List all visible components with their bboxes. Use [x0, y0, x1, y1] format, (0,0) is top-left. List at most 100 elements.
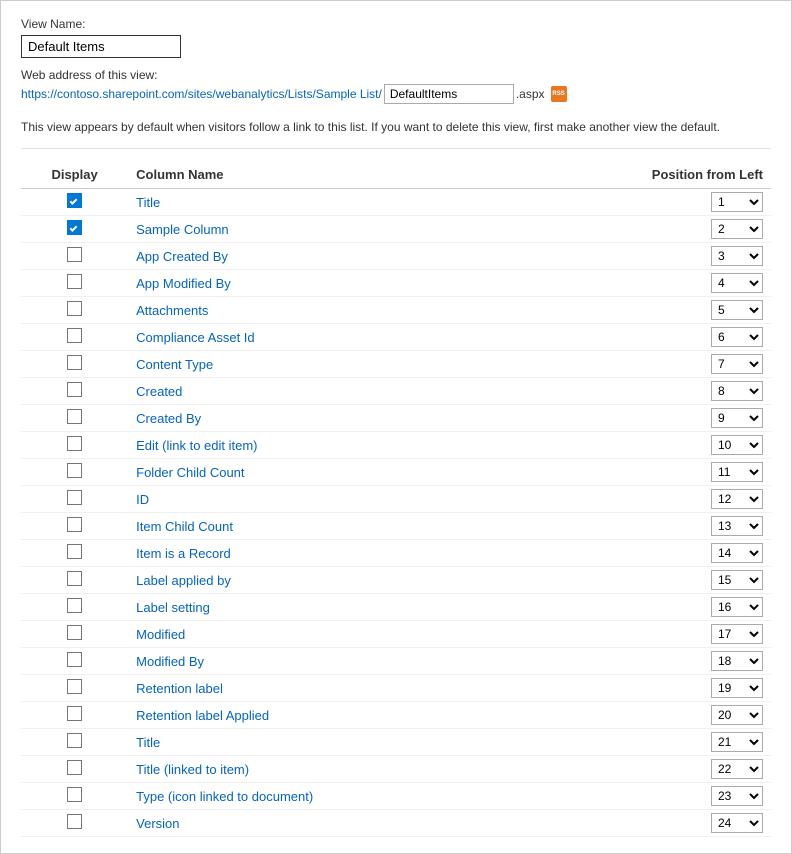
- column-checkbox[interactable]: [67, 787, 82, 802]
- position-select[interactable]: 123456789101112131415161718192021222324: [711, 435, 763, 455]
- position-select[interactable]: 123456789101112131415161718192021222324: [711, 597, 763, 617]
- column-checkbox[interactable]: [67, 463, 82, 478]
- column-name: Created By: [128, 405, 604, 432]
- table-row: Type (icon linked to document) 1234567891…: [21, 783, 771, 810]
- column-checkbox[interactable]: [67, 436, 82, 451]
- column-checkbox[interactable]: [67, 679, 82, 694]
- web-address-row: https://contoso.sharepoint.com/sites/web…: [21, 84, 771, 104]
- column-name: Retention label: [128, 675, 604, 702]
- table-row: Created By 123456789101112131415161718192…: [21, 405, 771, 432]
- column-name: Item Child Count: [128, 513, 604, 540]
- columns-table: Display Column Name Position from Left T…: [21, 161, 771, 837]
- position-select[interactable]: 123456789101112131415161718192021222324: [711, 219, 763, 239]
- view-name-input[interactable]: [21, 35, 181, 58]
- table-row: Label setting123456789101112131415161718…: [21, 594, 771, 621]
- position-select[interactable]: 123456789101112131415161718192021222324: [711, 651, 763, 671]
- position-select[interactable]: 123456789101112131415161718192021222324: [711, 408, 763, 428]
- table-row: Modified 12345678910111213141516171819202…: [21, 621, 771, 648]
- default-notice: This view appears by default when visito…: [21, 118, 771, 149]
- column-name: App Created By: [128, 243, 604, 270]
- column-checkbox[interactable]: [67, 652, 82, 667]
- column-checkbox[interactable]: [67, 328, 82, 343]
- table-row: Version 123456789101112131415161718192021…: [21, 810, 771, 837]
- position-select[interactable]: 123456789101112131415161718192021222324: [711, 786, 763, 806]
- table-body: Title12345678910111213141516171819202122…: [21, 189, 771, 837]
- url-suffix: .aspx: [516, 87, 545, 101]
- table-header-row: Display Column Name Position from Left: [21, 161, 771, 189]
- column-checkbox[interactable]: [67, 220, 82, 235]
- header-position: Position from Left: [604, 161, 771, 189]
- column-name: Retention label Applied: [128, 702, 604, 729]
- column-name: Compliance Asset Id: [128, 324, 604, 351]
- column-name: Attachments: [128, 297, 604, 324]
- column-checkbox[interactable]: [67, 706, 82, 721]
- column-checkbox[interactable]: [67, 409, 82, 424]
- position-select[interactable]: 123456789101112131415161718192021222324: [711, 705, 763, 725]
- column-name: Modified By: [128, 648, 604, 675]
- column-name: Sample Column: [128, 216, 604, 243]
- column-checkbox[interactable]: [67, 382, 82, 397]
- column-name: Version: [128, 810, 604, 837]
- column-name: Title (linked to item): [128, 756, 604, 783]
- table-row: Created 123456789101112131415161718192021…: [21, 378, 771, 405]
- position-select[interactable]: 123456789101112131415161718192021222324: [711, 246, 763, 266]
- position-select[interactable]: 123456789101112131415161718192021222324: [711, 813, 763, 833]
- column-checkbox[interactable]: [67, 274, 82, 289]
- web-address-label: Web address of this view:: [21, 68, 771, 82]
- column-checkbox[interactable]: [67, 760, 82, 775]
- url-input[interactable]: [384, 84, 514, 104]
- column-checkbox[interactable]: [67, 598, 82, 613]
- position-select[interactable]: 123456789101112131415161718192021222324: [711, 489, 763, 509]
- table-row: Content Type1234567891011121314151617181…: [21, 351, 771, 378]
- table-row: Modified By 12345678910111213141516171819…: [21, 648, 771, 675]
- table-row: Attachments 12345678910111213141516171819…: [21, 297, 771, 324]
- column-checkbox[interactable]: [67, 814, 82, 829]
- web-address-section: Web address of this view: https://contos…: [21, 68, 771, 104]
- table-row: Edit (link to edit item) 1234567891011121…: [21, 432, 771, 459]
- position-select[interactable]: 123456789101112131415161718192021222324: [711, 354, 763, 374]
- table-row: Item is a Record123456789101112131415161…: [21, 540, 771, 567]
- position-select[interactable]: 123456789101112131415161718192021222324: [711, 192, 763, 212]
- position-select[interactable]: 123456789101112131415161718192021222324: [711, 732, 763, 752]
- position-select[interactable]: 123456789101112131415161718192021222324: [711, 759, 763, 779]
- position-select[interactable]: 123456789101112131415161718192021222324: [711, 624, 763, 644]
- column-name: Modified: [128, 621, 604, 648]
- position-select[interactable]: 123456789101112131415161718192021222324: [711, 516, 763, 536]
- position-select[interactable]: 123456789101112131415161718192021222324: [711, 300, 763, 320]
- position-select[interactable]: 123456789101112131415161718192021222324: [711, 381, 763, 401]
- table-row: Label applied by 123456789101112131415161…: [21, 567, 771, 594]
- column-checkbox[interactable]: [67, 247, 82, 262]
- column-name: ID: [128, 486, 604, 513]
- table-row: Title12345678910111213141516171819202122…: [21, 729, 771, 756]
- column-checkbox[interactable]: [67, 193, 82, 208]
- column-checkbox[interactable]: [67, 490, 82, 505]
- column-name: Created: [128, 378, 604, 405]
- column-name: Type (icon linked to document): [128, 783, 604, 810]
- column-checkbox[interactable]: [67, 355, 82, 370]
- column-checkbox[interactable]: [67, 625, 82, 640]
- position-select[interactable]: 123456789101112131415161718192021222324: [711, 462, 763, 482]
- table-row: Folder Child Count 1234567891011121314151…: [21, 459, 771, 486]
- position-select[interactable]: 123456789101112131415161718192021222324: [711, 678, 763, 698]
- column-name: Edit (link to edit item): [128, 432, 604, 459]
- rss-icon[interactable]: [551, 86, 567, 102]
- column-checkbox[interactable]: [67, 544, 82, 559]
- column-name: App Modified By: [128, 270, 604, 297]
- column-checkbox[interactable]: [67, 301, 82, 316]
- position-select[interactable]: 123456789101112131415161718192021222324: [711, 543, 763, 563]
- table-row: App Created By 12345678910111213141516171…: [21, 243, 771, 270]
- position-select[interactable]: 123456789101112131415161718192021222324: [711, 273, 763, 293]
- table-row: Sample Column 123456789101112131415161718…: [21, 216, 771, 243]
- table-row: Retention label Applied 12345678910111213…: [21, 702, 771, 729]
- column-checkbox[interactable]: [67, 571, 82, 586]
- position-select[interactable]: 123456789101112131415161718192021222324: [711, 327, 763, 347]
- table-row: Title (linked to item) 123456789101112131…: [21, 756, 771, 783]
- table-row: ID 12345678910111213141516171819202122232…: [21, 486, 771, 513]
- position-select[interactable]: 123456789101112131415161718192021222324: [711, 570, 763, 590]
- table-row: Title12345678910111213141516171819202122…: [21, 189, 771, 216]
- column-name: Label applied by: [128, 567, 604, 594]
- column-name: Folder Child Count: [128, 459, 604, 486]
- column-checkbox[interactable]: [67, 517, 82, 532]
- view-name-section: View Name:: [21, 17, 771, 58]
- column-checkbox[interactable]: [67, 733, 82, 748]
